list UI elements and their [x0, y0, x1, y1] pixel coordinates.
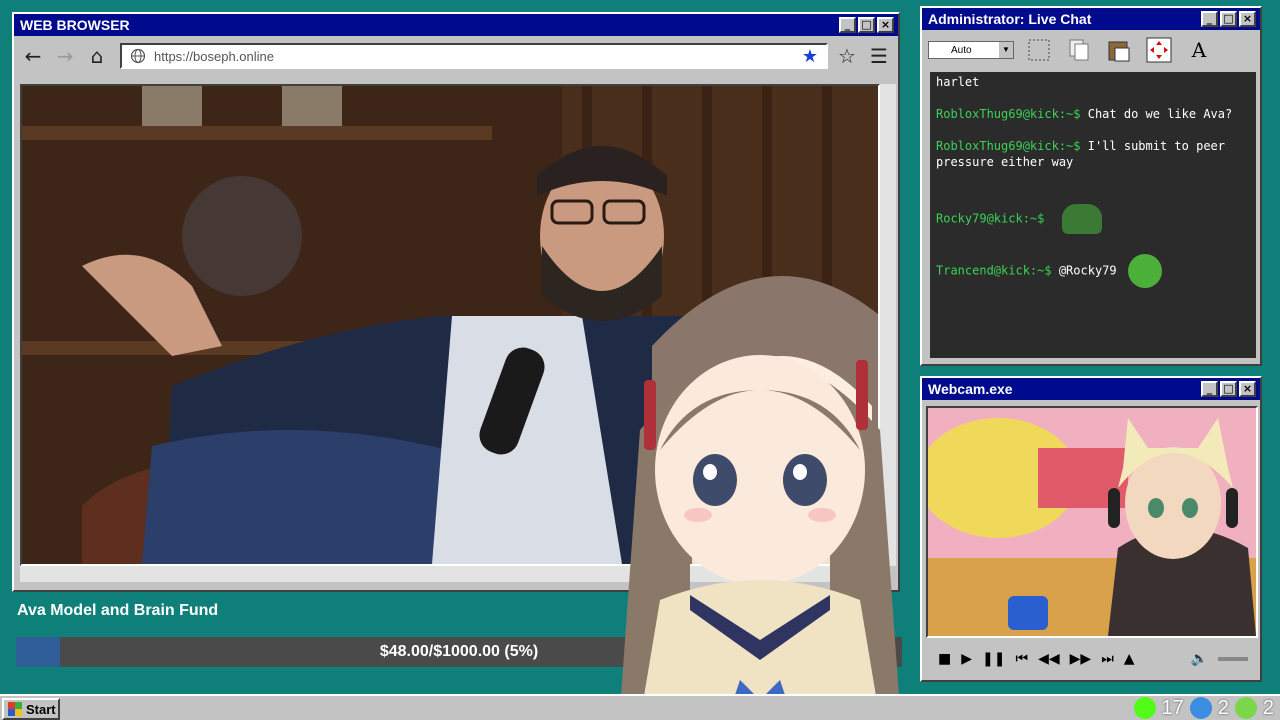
chat-message: harlet [936, 74, 1250, 90]
minimize-button[interactable]: _ [1201, 11, 1218, 27]
skip-back-icon[interactable]: ⏮ [1015, 651, 1028, 667]
start-label: Start [26, 701, 56, 717]
chat-text: harlet [936, 75, 980, 89]
address-bar[interactable]: https://boseph.online ★ [120, 43, 828, 69]
copy-icon[interactable] [1064, 35, 1094, 65]
browser-navbar: ← → ⌂ https://boseph.online ★ ☆ ☰ [14, 36, 898, 76]
chat-username: Trancend@kick:~$ [936, 263, 1052, 278]
close-button[interactable]: × [1239, 11, 1256, 27]
fast-forward-icon[interactable]: ▶▶ [1070, 651, 1092, 667]
chat-message: Trancend@kick:~$ @Rocky79 [936, 254, 1250, 288]
mode-dropdown[interactable]: Auto ▼ [928, 41, 1014, 59]
minimize-button[interactable]: _ [839, 17, 856, 33]
select-icon[interactable] [1024, 35, 1054, 65]
rewind-icon[interactable]: ◀◀ [1038, 651, 1060, 667]
webcam-title: Webcam.exe [928, 381, 1013, 397]
windows-logo-icon [8, 702, 22, 716]
paste-icon[interactable] [1104, 35, 1134, 65]
chevron-down-icon: ▼ [999, 42, 1013, 58]
browser-title: WEB BROWSER [20, 17, 130, 33]
chat-username: Rocky79@kick:~$ [936, 211, 1045, 226]
move-icon[interactable] [1144, 35, 1174, 65]
chat-title: Administrator: Live Chat [928, 11, 1092, 27]
chat-text: Chat do we like Ava? [1087, 107, 1233, 121]
chat-username: RobloxThug69@kick:~$ [936, 139, 1081, 153]
taskbar: Start 17 2 2 [0, 694, 1280, 720]
browser-titlebar[interactable]: WEB BROWSER _ □ × [14, 14, 898, 36]
chat-log[interactable]: harlet RobloxThug69@kick:~$ Chat do we l… [930, 72, 1256, 358]
chat-text: @Rocky79 [1058, 263, 1117, 278]
webcam-titlebar[interactable]: Webcam.exe _ □ × [922, 378, 1260, 400]
volume-icon[interactable]: 🔈 [1191, 651, 1208, 667]
live-chat-window: Administrator: Live Chat _ □ × Auto ▼ A … [920, 6, 1262, 366]
chat-titlebar[interactable]: Administrator: Live Chat _ □ × [922, 8, 1260, 30]
chat-message: RobloxThug69@kick:~$ Chat do we like Ava… [936, 106, 1250, 122]
minimize-button[interactable]: _ [1201, 381, 1218, 397]
vtuber-avatar-image [620, 355, 900, 720]
moon-icon [1189, 697, 1212, 719]
emote-icon [1061, 204, 1102, 234]
mode-dropdown-value: Auto [951, 44, 972, 56]
play-count: 2 [1262, 696, 1274, 719]
maximize-button[interactable]: □ [1220, 381, 1237, 397]
close-button[interactable]: × [1239, 381, 1256, 397]
back-arrow-icon[interactable]: ← [20, 43, 46, 69]
home-icon[interactable]: ⌂ [84, 43, 110, 69]
globe-icon [130, 48, 146, 64]
play-icon [1234, 697, 1257, 719]
chat-message: RobloxThug69@kick:~$ I'll submit to peer… [936, 138, 1250, 170]
kick-count: 17 [1161, 696, 1184, 719]
chat-message: Rocky79@kick:~$ [936, 204, 1250, 234]
fund-title: Ava Model and Brain Fund [17, 602, 219, 619]
volume-slider[interactable] [1218, 657, 1248, 661]
kick-icon [1133, 697, 1156, 719]
media-controls: ■ ▶ ❚❚ ⏮ ◀◀ ▶▶ ⏭ ▲ 🔈 [930, 644, 1256, 674]
bookmark-star-icon[interactable]: ★ [802, 46, 818, 67]
forward-arrow-icon[interactable]: → [52, 43, 78, 69]
chat-toolbar: Auto ▼ A [922, 30, 1260, 70]
menu-icon[interactable]: ☰ [866, 43, 892, 69]
moon-count: 2 [1217, 696, 1229, 719]
start-button[interactable]: Start [2, 698, 60, 720]
close-button[interactable]: × [877, 17, 894, 33]
eject-icon[interactable]: ▲ [1124, 651, 1135, 667]
maximize-button[interactable]: □ [858, 17, 875, 33]
webcam-window: Webcam.exe _ □ × ■ ▶ ❚❚ ⏮ ◀◀ ▶▶ ⏭ ▲ 🔈 [920, 376, 1262, 682]
text-tool-icon[interactable]: A [1184, 35, 1214, 65]
webcam-view [926, 406, 1258, 638]
webcam-avatar-image [928, 408, 1256, 636]
url-text[interactable]: https://boseph.online [154, 49, 794, 64]
pause-icon[interactable]: ❚❚ [982, 651, 1005, 667]
maximize-button[interactable]: □ [1220, 11, 1237, 27]
skip-forward-icon[interactable]: ⏭ [1101, 651, 1114, 667]
chat-username: RobloxThug69@kick:~$ [936, 107, 1081, 121]
stop-icon[interactable]: ■ [938, 651, 951, 667]
system-tray: 17 2 2 [1133, 696, 1274, 720]
emote-icon [1127, 254, 1162, 288]
add-bookmark-icon[interactable]: ☆ [834, 43, 860, 69]
play-icon[interactable]: ▶ [961, 651, 972, 667]
